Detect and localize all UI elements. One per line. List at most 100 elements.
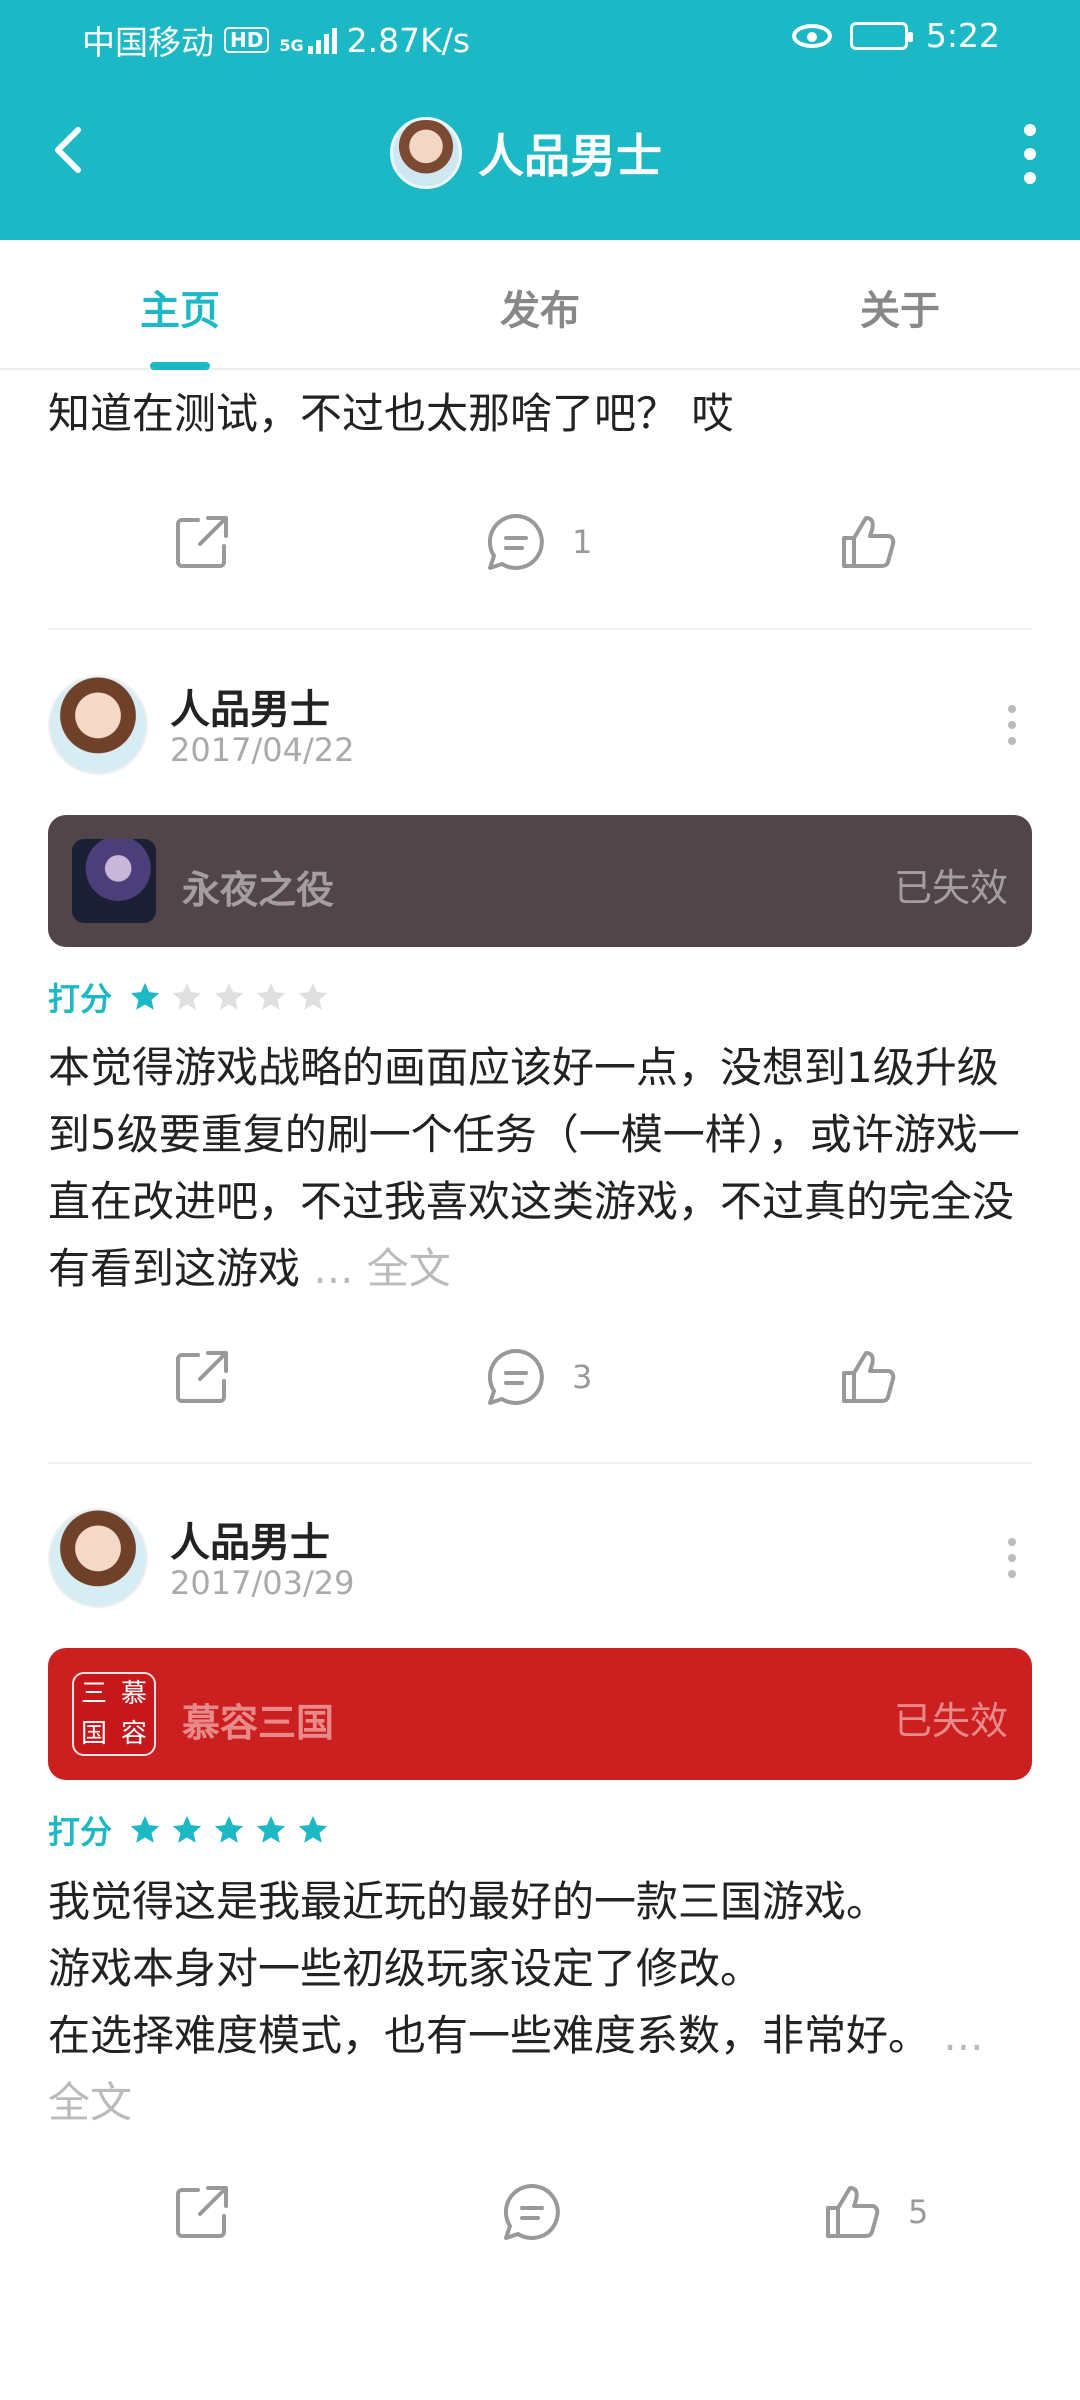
like-icon — [826, 2186, 880, 2238]
tab-home[interactable]: 主页 — [60, 278, 300, 336]
star-icon — [214, 1815, 244, 1843]
battery-icon — [849, 21, 913, 50]
star-icon — [130, 1815, 160, 1843]
game-icon-char: 三 — [80, 1679, 107, 1709]
ellipsis: ... — [300, 1244, 367, 1293]
post-text[interactable]: 知道在测试，不过也太那啥了吧？ 哎 — [48, 380, 1038, 447]
share-icon — [176, 1351, 228, 1403]
like-count: 5 — [908, 2193, 929, 2231]
status-bar: 中国移动 HD 5G 2.87K/s 5:22 — [0, 0, 1080, 72]
like-icon — [842, 1351, 896, 1403]
rating-label: 打分 — [48, 1813, 113, 1851]
page-title: 人品男士 — [478, 129, 662, 183]
game-status: 已失效 — [893, 1699, 1008, 1743]
game-card[interactable]: 三慕国容 慕容三国 已失效 — [48, 1648, 1032, 1780]
share-button[interactable] — [170, 510, 234, 574]
post-more-button[interactable] — [1002, 1538, 1022, 1588]
comment-count: 1 — [572, 523, 593, 561]
game-name: 永夜之役 — [182, 868, 335, 912]
post-date: 2017/03/29 — [170, 1564, 355, 1602]
star-icon — [172, 982, 202, 1010]
post-divider — [48, 628, 1032, 630]
star-icon — [172, 1815, 202, 1843]
star-icon — [256, 1815, 286, 1843]
avatar[interactable] — [48, 675, 148, 775]
post-text[interactable]: 本觉得游戏战略的画面应该好一点，没想到1级升级到5级要重复的刷一个任务（一模一样… — [48, 1034, 1038, 1302]
game-status: 已失效 — [893, 866, 1008, 910]
status-right: 5:22 — [791, 16, 1000, 55]
share-button[interactable] — [170, 2180, 234, 2244]
header-avatar[interactable] — [390, 117, 462, 189]
star-icon — [298, 982, 328, 1010]
post-date: 2017/04/22 — [170, 731, 355, 769]
comment-count: 3 — [572, 1358, 593, 1396]
back-icon — [55, 127, 81, 173]
more-icon — [1008, 1538, 1016, 1546]
game-icon-char: 容 — [120, 1719, 147, 1749]
game-icon — [72, 839, 156, 923]
app-header: 人品男士 — [0, 72, 1080, 240]
game-card[interactable]: 永夜之役 已失效 — [48, 815, 1032, 947]
share-icon — [176, 516, 228, 568]
tab-indicator — [150, 362, 210, 370]
clock: 5:22 — [925, 16, 1000, 55]
avatar[interactable] — [48, 1508, 148, 1608]
like-icon — [842, 516, 896, 568]
carrier-name: 中国移动 — [82, 23, 214, 62]
more-icon — [1008, 705, 1016, 713]
star-icon — [214, 982, 244, 1010]
like-button[interactable] — [836, 510, 900, 574]
like-button[interactable] — [836, 1345, 900, 1409]
post-line: 我觉得这是我最近玩的最好的一款三国游戏。 — [48, 1877, 889, 1926]
eye-icon — [791, 23, 832, 48]
post-actions: 5 — [0, 2180, 1080, 2260]
post-more-button[interactable] — [1002, 705, 1022, 755]
tab-about[interactable]: 关于 — [780, 278, 1020, 336]
post-header: 人品男士 2017/03/29 — [48, 1508, 1032, 1608]
post-actions: 3 — [0, 1345, 1080, 1425]
game-icon-char: 慕 — [120, 1679, 147, 1709]
game-name: 慕容三国 — [182, 1701, 335, 1745]
star-icon — [298, 1815, 328, 1843]
rating-label: 打分 — [48, 980, 113, 1018]
game-icon-char: 国 — [80, 1719, 107, 1749]
star-rating — [128, 980, 330, 1014]
rating: 打分 — [48, 975, 330, 1019]
comment-button[interactable] — [500, 2180, 588, 2244]
game-icon: 三慕国容 — [72, 1672, 156, 1756]
network-speed: 2.87K/s — [346, 20, 471, 60]
post-actions: 1 — [0, 510, 1080, 590]
back-button[interactable] — [40, 120, 100, 180]
comment-icon — [503, 2183, 560, 2240]
post-line: 游戏本身对一些初级玩家设定了修改。 — [48, 1944, 763, 1993]
comment-button[interactable]: 3 — [484, 1345, 592, 1409]
share-icon — [176, 2186, 228, 2238]
like-button[interactable]: 5 — [820, 2180, 928, 2244]
tab-bar: 主页 发布 关于 — [0, 240, 1080, 370]
post-header: 人品男士 2017/04/22 — [48, 675, 1032, 775]
share-button[interactable] — [170, 1345, 234, 1409]
post-line: 在选择难度模式，也有一些难度系数，非常好。 ... 全文 — [48, 2011, 984, 2127]
network-type: 5G — [279, 36, 304, 55]
read-more-link[interactable]: 全文 — [48, 2078, 132, 2127]
rating: 打分 — [48, 1808, 330, 1852]
post-text[interactable]: 我觉得这是我最近玩的最好的一款三国游戏。 游戏本身对一些初级玩家设定了修改。 在… — [48, 1868, 1038, 2136]
post-body: 本觉得游戏战略的画面应该好一点，没想到1级升级到5级要重复的刷一个任务（一模一样… — [48, 1043, 1020, 1293]
star-rating — [128, 1813, 330, 1847]
ellipsis: ... — [930, 2011, 984, 2060]
status-left: 中国移动 HD 5G 2.87K/s — [82, 16, 470, 64]
comment-icon — [487, 513, 544, 570]
more-options-button[interactable] — [1010, 124, 1050, 184]
signal-icon: 5G — [279, 26, 337, 55]
hd-badge: HD — [224, 27, 270, 53]
username[interactable]: 人品男士 — [170, 1510, 330, 1568]
comment-button[interactable]: 1 — [484, 510, 592, 574]
post-divider — [48, 1462, 1032, 1464]
star-icon — [256, 982, 286, 1010]
username[interactable]: 人品男士 — [170, 677, 330, 735]
comment-icon — [487, 1348, 544, 1405]
more-icon — [1024, 124, 1036, 136]
header-title-group: 人品男士 — [390, 117, 662, 189]
read-more-link[interactable]: 全文 — [367, 1244, 451, 1293]
tab-publish[interactable]: 发布 — [420, 278, 660, 336]
